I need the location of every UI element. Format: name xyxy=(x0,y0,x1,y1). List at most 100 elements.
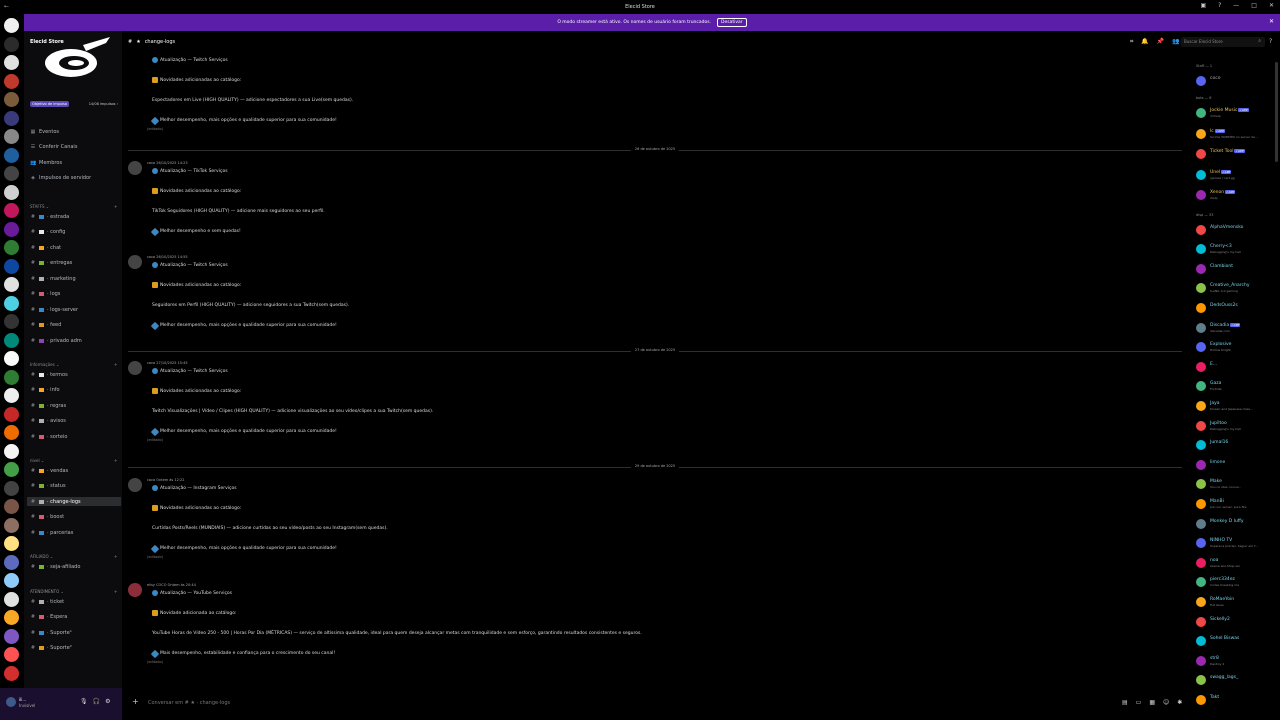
server-icon[interactable] xyxy=(4,203,19,218)
add-channel-icon[interactable]: + xyxy=(114,204,117,209)
sidebar-channel-change-logs[interactable]: # · change-logs xyxy=(27,497,121,506)
sidebar-channel-ticket[interactable]: # · ticket xyxy=(30,597,64,606)
member-item[interactable]: Cherry<3 Debugging's my hell xyxy=(1196,242,1280,256)
member-item[interactable]: DedsOuss2s xyxy=(1196,301,1280,315)
sidebar-channel-parcerias[interactable]: # · parcerias xyxy=(30,528,73,537)
sidebar-channel-chat[interactable]: # · chat xyxy=(30,243,61,252)
member-item[interactable]: Gaza Fortnite xyxy=(1196,379,1280,393)
threads-icon[interactable]: ⌗ xyxy=(1130,38,1133,46)
member-item[interactable]: pierc334ez Codes breaking me xyxy=(1196,575,1280,589)
gif-icon[interactable]: ▭ xyxy=(1136,699,1142,706)
server-icon[interactable] xyxy=(4,221,19,237)
avatar[interactable] xyxy=(128,583,142,597)
member-item[interactable]: Sohel Biswas xyxy=(1196,634,1280,648)
server-icon[interactable] xyxy=(4,554,19,570)
member-item[interactable]: Clambiont xyxy=(1196,262,1280,276)
member-item[interactable]: Xenon ✓APP/help xyxy=(1196,188,1280,202)
member-item[interactable]: Discadia ✓APP discadia.com xyxy=(1196,321,1280,335)
sidebar-channel-boost[interactable]: # · boost xyxy=(30,513,64,522)
sidebar-channel-Suporte¹[interactable]: # · Suporte¹ xyxy=(30,628,72,637)
channel-category[interactable]: ATENDIMENTO ⌄ + xyxy=(30,588,117,595)
server-icon[interactable] xyxy=(4,462,19,477)
sidebar-item[interactable]: ▦ Eventos xyxy=(30,127,59,136)
member-item[interactable]: Creative_Anarchy S-ANIL 4.0 gaming xyxy=(1196,281,1280,295)
server-icon[interactable] xyxy=(4,147,19,163)
server-icon[interactable] xyxy=(4,591,19,607)
channel-category[interactable]: STAFFS ⌄ + xyxy=(30,203,117,210)
sidebar-channel-Suporte²[interactable]: # · Suporte² xyxy=(30,644,72,653)
member-item[interactable]: RoMaeYoin Full Gues xyxy=(1196,595,1280,609)
member-item[interactable]: Jaya Korean and Japanese class... xyxy=(1196,399,1280,413)
sidebar-channel-sorteio[interactable]: # · sorteio xyxy=(30,432,68,441)
member-item[interactable]: coco xyxy=(1196,74,1280,88)
member-item[interactable]: noa Assine aos Shop sei xyxy=(1196,556,1280,570)
sidebar-item[interactable]: 👥 Membros xyxy=(30,158,62,167)
server-icon[interactable] xyxy=(4,92,19,107)
message-author[interactable]: coco xyxy=(147,478,155,482)
server-icon[interactable] xyxy=(4,499,19,514)
sidebar-channel-logs-server[interactable]: # · logs-server xyxy=(30,305,78,314)
sidebar-channel-status[interactable]: # · status xyxy=(30,482,66,491)
server-icon[interactable] xyxy=(4,332,19,348)
server-icon[interactable] xyxy=(4,240,19,255)
banner-close-icon[interactable]: ✕ xyxy=(1269,18,1274,25)
server-icon[interactable] xyxy=(4,610,19,625)
sidebar-channel-feed[interactable]: # · feed xyxy=(30,321,61,330)
member-item[interactable]: Jupiltoo Debugging's my hell xyxy=(1196,419,1280,433)
sidebar-item[interactable]: ☰ Conferir Canais xyxy=(30,143,78,152)
server-icon[interactable] xyxy=(4,443,19,459)
sidebar-channel-entregas[interactable]: # · entregas xyxy=(30,259,72,268)
search-input[interactable]: Buscar Elecid Store ⌕ xyxy=(1181,37,1265,47)
member-list-icon[interactable]: 👥 xyxy=(1172,38,1179,46)
avatar[interactable] xyxy=(128,161,142,175)
sidebar-channel-estrada[interactable]: # · estrada xyxy=(30,212,69,221)
server-icon[interactable] xyxy=(4,314,19,329)
server-icon[interactable] xyxy=(4,295,19,311)
server-icon[interactable] xyxy=(4,277,19,292)
server-icon[interactable] xyxy=(4,665,19,681)
add-channel-icon[interactable]: + xyxy=(114,554,117,559)
message-author[interactable]: coco xyxy=(147,161,155,165)
sidebar-channel-termos[interactable]: # · termos xyxy=(30,370,68,379)
member-item[interactable]: lc ✓APP Scrims 30/MHDS no server de... xyxy=(1196,127,1280,141)
add-channel-icon[interactable]: + xyxy=(114,458,117,463)
server-icon[interactable] xyxy=(4,36,19,52)
sidebar-channel-config[interactable]: # · config xyxy=(30,228,66,237)
member-item[interactable]: Sickelly2 xyxy=(1196,615,1280,629)
server-icon[interactable] xyxy=(4,166,19,181)
avatar[interactable] xyxy=(6,697,16,707)
gift-icon[interactable]: ▤ xyxy=(1122,699,1128,706)
deafen-icon[interactable]: 🎧 xyxy=(93,698,100,705)
server-icon[interactable] xyxy=(4,184,19,200)
member-item[interactable]: swagg_lags_ xyxy=(1196,673,1280,687)
sidebar-channel-avisos[interactable]: # · avisos xyxy=(30,417,66,426)
server-icon[interactable] xyxy=(4,536,19,551)
member-item[interactable]: Ticket Tool ✓APP xyxy=(1196,147,1280,161)
member-item[interactable]: NINHO TV Superei a preciso. Seguir em f..… xyxy=(1196,536,1280,550)
mute-icon[interactable]: 🎙 xyxy=(80,698,88,705)
notification-bell-icon[interactable]: 🔔 xyxy=(1141,38,1148,46)
add-channel-icon[interactable]: + xyxy=(114,362,117,367)
sidebar-channel-seja-afiliado[interactable]: # · seja-afiliado xyxy=(30,562,81,571)
minimize-icon[interactable]: — xyxy=(1233,2,1239,9)
member-item[interactable]: Make Vou no stax, lovoui... xyxy=(1196,477,1280,491)
maximize-icon[interactable]: □ xyxy=(1251,2,1257,9)
server-icon[interactable] xyxy=(4,73,19,89)
emoji-icon[interactable]: ☺ xyxy=(1163,699,1169,706)
avatar[interactable] xyxy=(128,361,142,375)
server-icon[interactable] xyxy=(4,480,19,496)
sidebar-item[interactable]: ◈ Impulsos de servidor xyxy=(30,174,91,183)
member-item[interactable]: Monkey D luffy xyxy=(1196,517,1280,531)
sidebar-channel-privado adm[interactable]: # · privado adm xyxy=(30,336,82,345)
server-icon[interactable] xyxy=(4,647,19,662)
member-item[interactable]: limone xyxy=(1196,458,1280,472)
member-item[interactable]: E... xyxy=(1196,360,1280,374)
sidebar-channel-info[interactable]: # · info xyxy=(30,386,60,395)
disable-streamer-button[interactable]: Desativar xyxy=(717,18,747,27)
server-icon[interactable] xyxy=(4,517,19,533)
close-icon[interactable]: ✕ xyxy=(1269,2,1274,9)
member-item[interactable]: Jumal16 xyxy=(1196,438,1280,452)
server-icon[interactable] xyxy=(4,628,19,644)
message-author[interactable]: coco xyxy=(147,255,155,259)
help-icon[interactable]: ? xyxy=(1269,38,1272,45)
